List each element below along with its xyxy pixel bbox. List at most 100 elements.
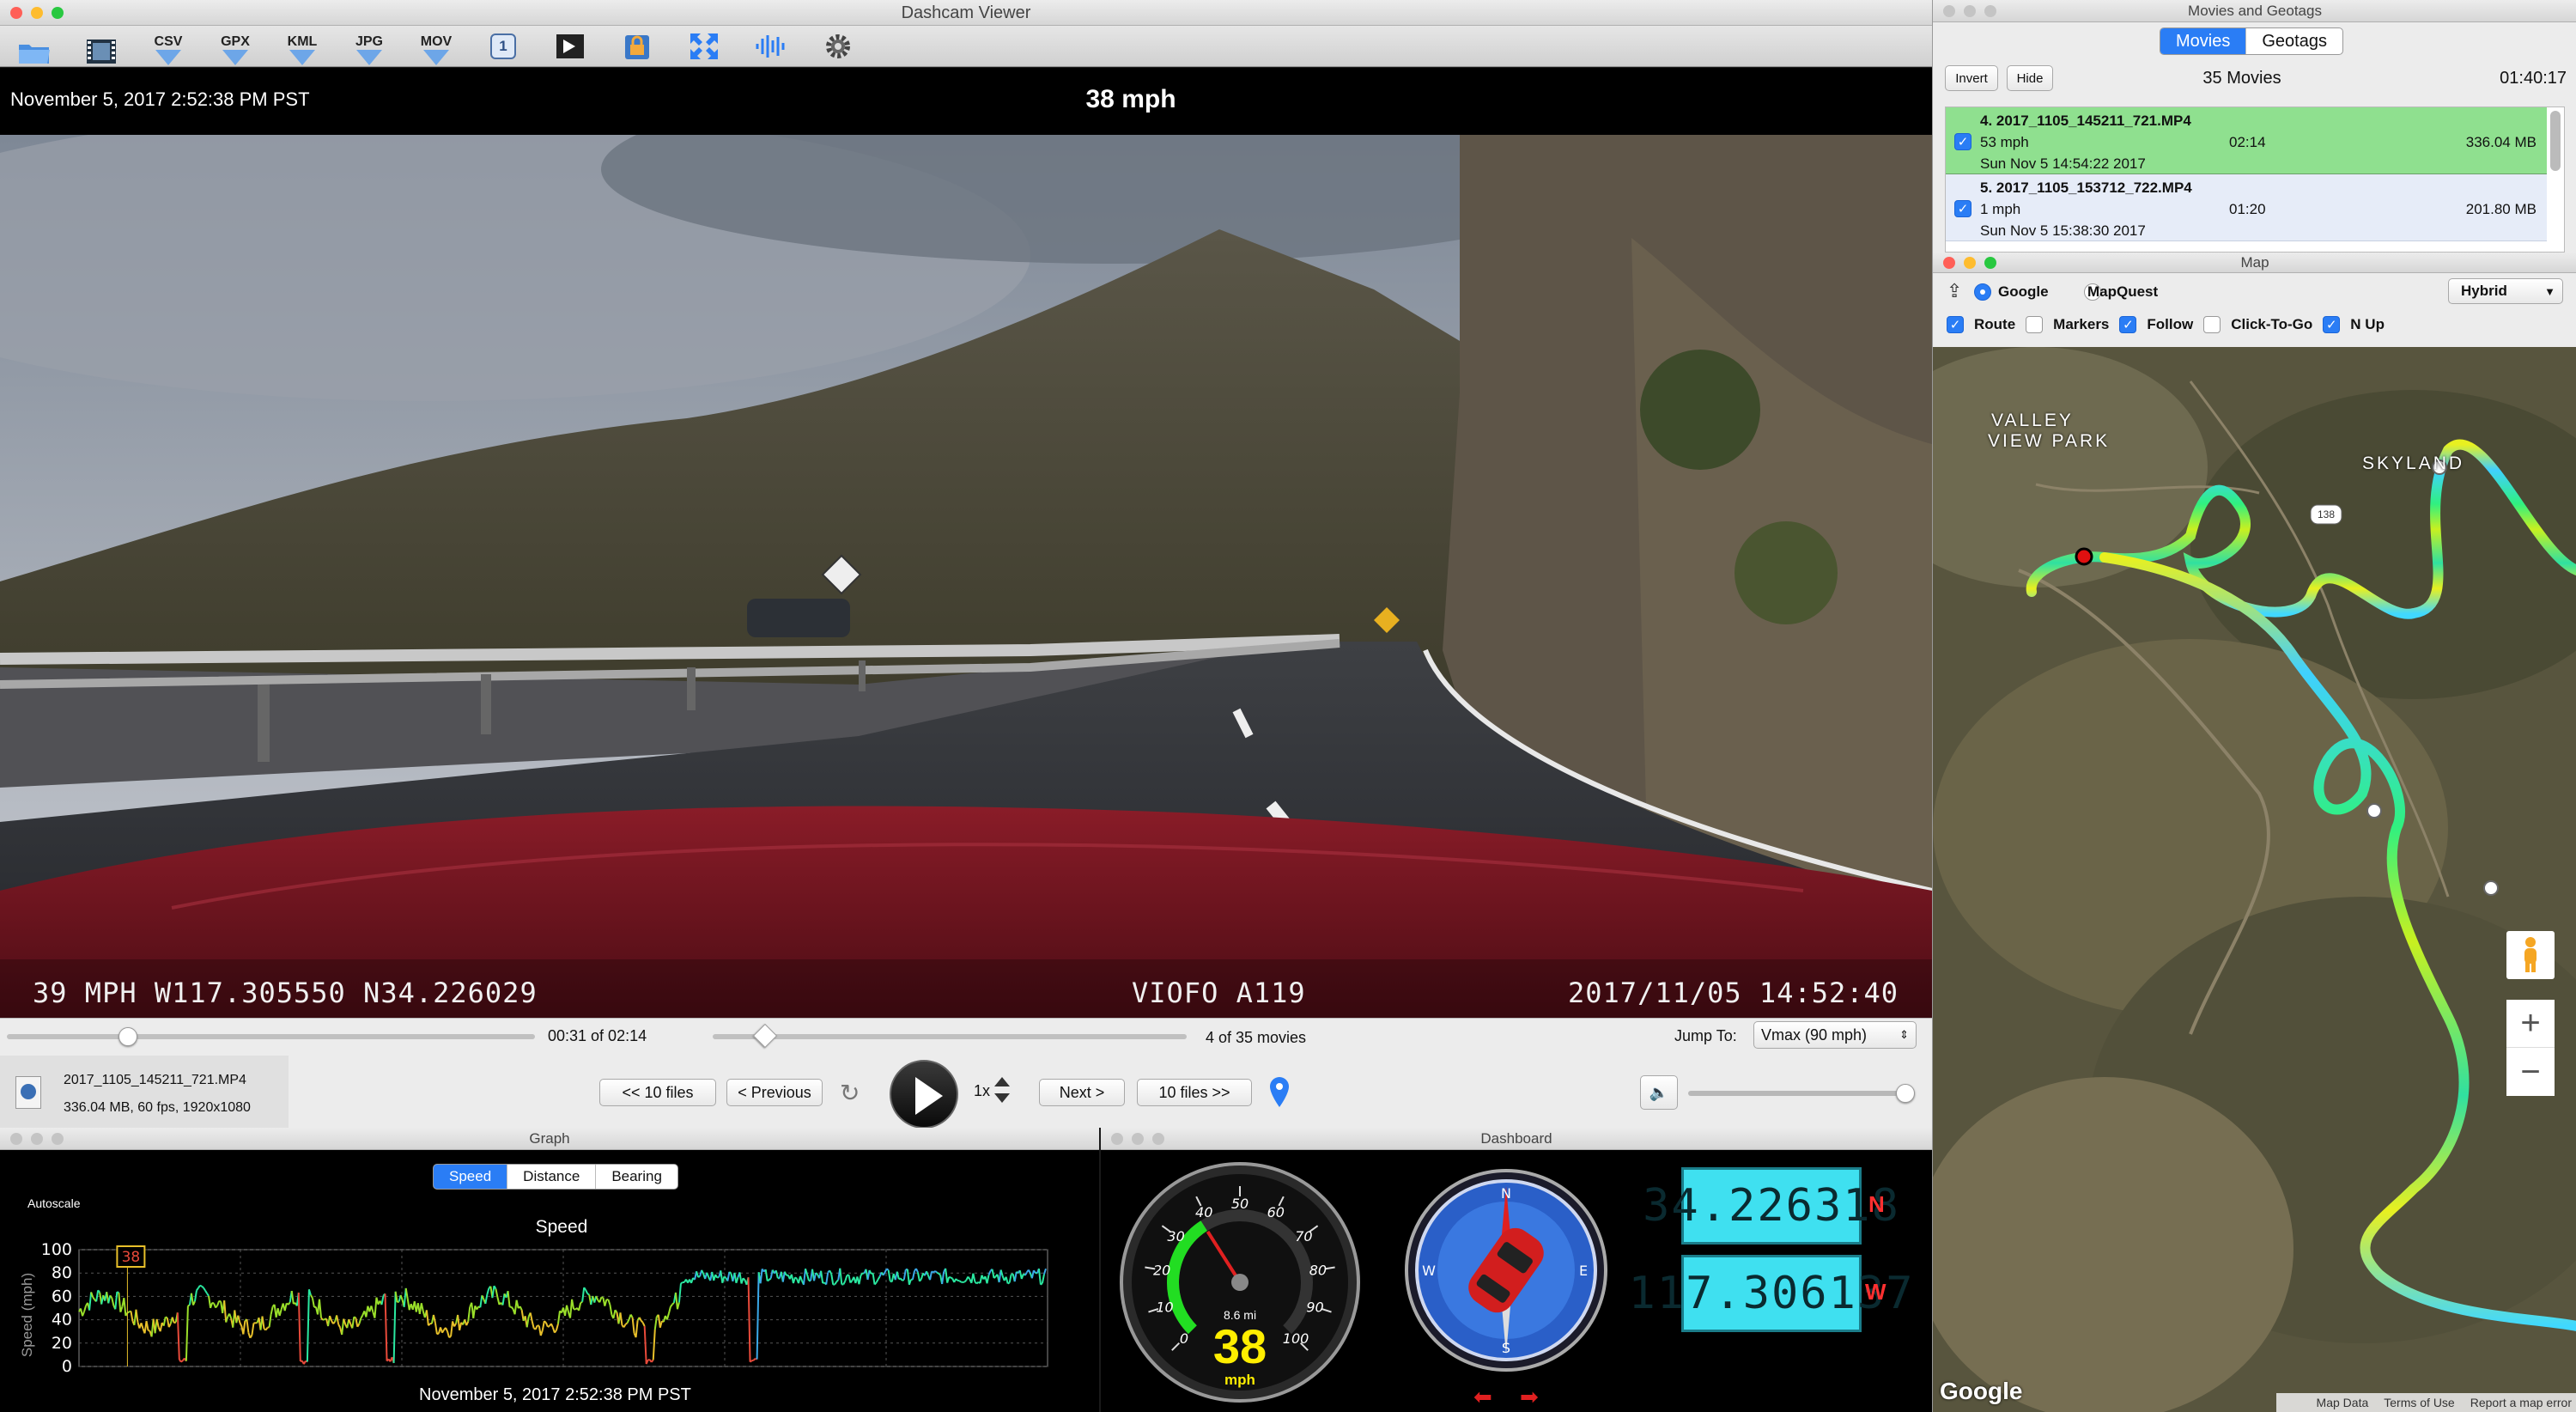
movie-slider-knob[interactable] [752, 1023, 777, 1049]
google-radio[interactable] [1974, 283, 1991, 301]
follow-checkbox[interactable]: ✓ [2119, 316, 2137, 333]
speed-trace-segment [701, 1269, 705, 1275]
previous-button[interactable]: < Previous [726, 1079, 823, 1106]
export-kml-button[interactable]: KML [276, 27, 328, 65]
hide-button[interactable]: Hide [2007, 65, 2053, 91]
map-share-icon[interactable]: ⇪ [1947, 280, 1962, 302]
jump-to-select[interactable]: Vmax (90 mph) ⇕ [1753, 1021, 1917, 1049]
tab-geotags[interactable]: Geotags [2245, 28, 2342, 54]
open-folder-icon[interactable] [9, 27, 60, 65]
compass-n: N [1501, 1185, 1511, 1202]
click-to-go-checkbox[interactable] [2203, 316, 2221, 333]
time-slider-knob[interactable] [118, 1027, 138, 1046]
mute-button[interactable]: 🔈 [1640, 1075, 1678, 1110]
n-up-label: N Up [2350, 316, 2385, 332]
fullscreen-icon[interactable] [678, 27, 730, 65]
speed-trace-segment [799, 1275, 803, 1281]
speed-trace-segment [916, 1272, 920, 1282]
export-mov-button[interactable]: MOV [410, 27, 462, 65]
longitude-display: 117.306137 [1628, 1255, 1913, 1332]
next-button[interactable]: Next > [1039, 1079, 1125, 1106]
speed-trace-segment [155, 1318, 160, 1328]
speed-trace-segment [107, 1295, 112, 1304]
movie-slider[interactable] [713, 1023, 1187, 1049]
back-10-files-button[interactable]: << 10 files [599, 1079, 716, 1106]
movie-checkbox[interactable]: ✓ [1954, 133, 1971, 150]
speed-trace-segment [635, 1320, 639, 1338]
tab-distance[interactable]: Distance [507, 1165, 595, 1189]
map-titlebar: Map [1933, 253, 2576, 273]
main-toolbar: CSV GPX KML JPG MOV 1 [0, 26, 1932, 67]
speed-trace-segment [434, 1323, 438, 1335]
movie-list-item-selected[interactable]: ✓ 4. 2017_1105_145211_721.MP4 53 mph 02:… [1946, 107, 2547, 174]
movie-export-icon[interactable] [544, 27, 596, 65]
gear-icon[interactable] [812, 27, 864, 65]
speed-trace-segment [534, 1324, 538, 1330]
speed-trace-segment [116, 1291, 119, 1293]
rate-stepper[interactable] [993, 1075, 1012, 1110]
speed-trace-segment [586, 1293, 590, 1296]
speed-trace-segment [839, 1268, 843, 1285]
volume-knob[interactable] [1896, 1084, 1915, 1103]
gauge-tick-label: 0 [1180, 1330, 1188, 1347]
route-checkbox[interactable]: ✓ [1947, 316, 1964, 333]
play-button[interactable] [890, 1060, 958, 1129]
invert-button[interactable]: Invert [1945, 65, 1998, 91]
movie-checkbox[interactable]: ✓ [1954, 200, 1971, 217]
markers-checkbox[interactable] [2026, 316, 2044, 333]
tab-bearing[interactable]: Bearing [595, 1165, 677, 1189]
speed-trace-segment [820, 1270, 824, 1284]
autoscale-label[interactable]: Autoscale [27, 1196, 80, 1210]
speaker-icon: 🔈 [1649, 1083, 1669, 1101]
speed-trace-segment [1041, 1274, 1045, 1284]
map-data-link[interactable]: Map Data [2317, 1396, 2369, 1409]
movie-list-scrollbar[interactable] [2550, 111, 2561, 171]
heading-right-arrow[interactable]: ➡ [1520, 1384, 1539, 1410]
movie-list-item[interactable]: ✓ 5. 2017_1105_153712_722.MP4 1 mph 01:2… [1946, 174, 2547, 241]
export-gpx-button[interactable]: GPX [210, 27, 261, 65]
forward-10-files-button[interactable]: 10 files >> [1137, 1079, 1252, 1106]
speed-trace-segment [310, 1294, 313, 1299]
tab-movies[interactable]: Movies [2160, 28, 2246, 54]
street-view-pegman-icon[interactable] [2506, 931, 2555, 979]
zoom-button[interactable] [52, 7, 64, 19]
report-error-link[interactable]: Report a map error [2470, 1396, 2572, 1409]
restart-icon[interactable]: ↻ [840, 1079, 860, 1107]
speed-trace-segment [270, 1306, 274, 1315]
time-slider[interactable] [7, 1027, 535, 1046]
location-pin-icon[interactable] [1267, 1075, 1291, 1114]
speed-trace-segment [311, 1298, 315, 1308]
n-up-checkbox[interactable]: ✓ [2323, 316, 2341, 333]
place-skyland: SKYLAND [2362, 453, 2465, 473]
export-csv-button[interactable]: CSV [143, 27, 194, 65]
volume-slider[interactable] [1688, 1084, 1915, 1103]
speed-trace-segment [887, 1269, 891, 1281]
chart-ylabel: Speed (mph) [19, 1272, 35, 1358]
zoom-out-button[interactable]: − [2506, 1048, 2555, 1096]
video-frame[interactable]: 39 MPH W117.305550 N34.226029 VIOFO A119… [0, 135, 1932, 1018]
map-type-select[interactable]: Hybrid ▼ [2448, 278, 2563, 304]
speed-trace-segment [360, 1314, 364, 1319]
playback-rate: 1x [974, 1082, 991, 1099]
close-button[interactable] [10, 7, 22, 19]
audio-wave-icon[interactable] [745, 27, 797, 65]
export-jpg-button[interactable]: JPG [343, 27, 395, 65]
lock-icon[interactable] [611, 27, 663, 65]
speed-trace-segment [815, 1272, 818, 1275]
gauge-tick-label: 50 [1231, 1196, 1249, 1212]
heading-left-arrow[interactable]: ⬅ [1473, 1384, 1492, 1410]
zoom-in-button[interactable]: + [2506, 1000, 2555, 1048]
film-icon[interactable] [76, 27, 127, 65]
header-speed: 38 mph [1085, 85, 1176, 113]
movie-size: 201.80 MB [2465, 201, 2537, 217]
map-canvas[interactable]: VALLEY VIEW PARK SKYLAND 138 + − Google … [1933, 347, 2576, 1412]
tab-speed[interactable]: Speed [434, 1165, 507, 1189]
speed-trace-segment [88, 1292, 93, 1311]
minimize-button[interactable] [31, 7, 43, 19]
single-view-button[interactable]: 1 [477, 27, 529, 65]
overlay-timestamp: 2017/11/05 14:52:40 [1568, 977, 1899, 1009]
movie-name: 5. 2017_1105_153712_722.MP4 [1980, 180, 2192, 196]
overlay-gps: 39 MPH W117.305550 N34.226029 [33, 977, 538, 1009]
terms-link[interactable]: Terms of Use [2384, 1396, 2454, 1409]
speed-trace-segment [351, 1317, 355, 1329]
